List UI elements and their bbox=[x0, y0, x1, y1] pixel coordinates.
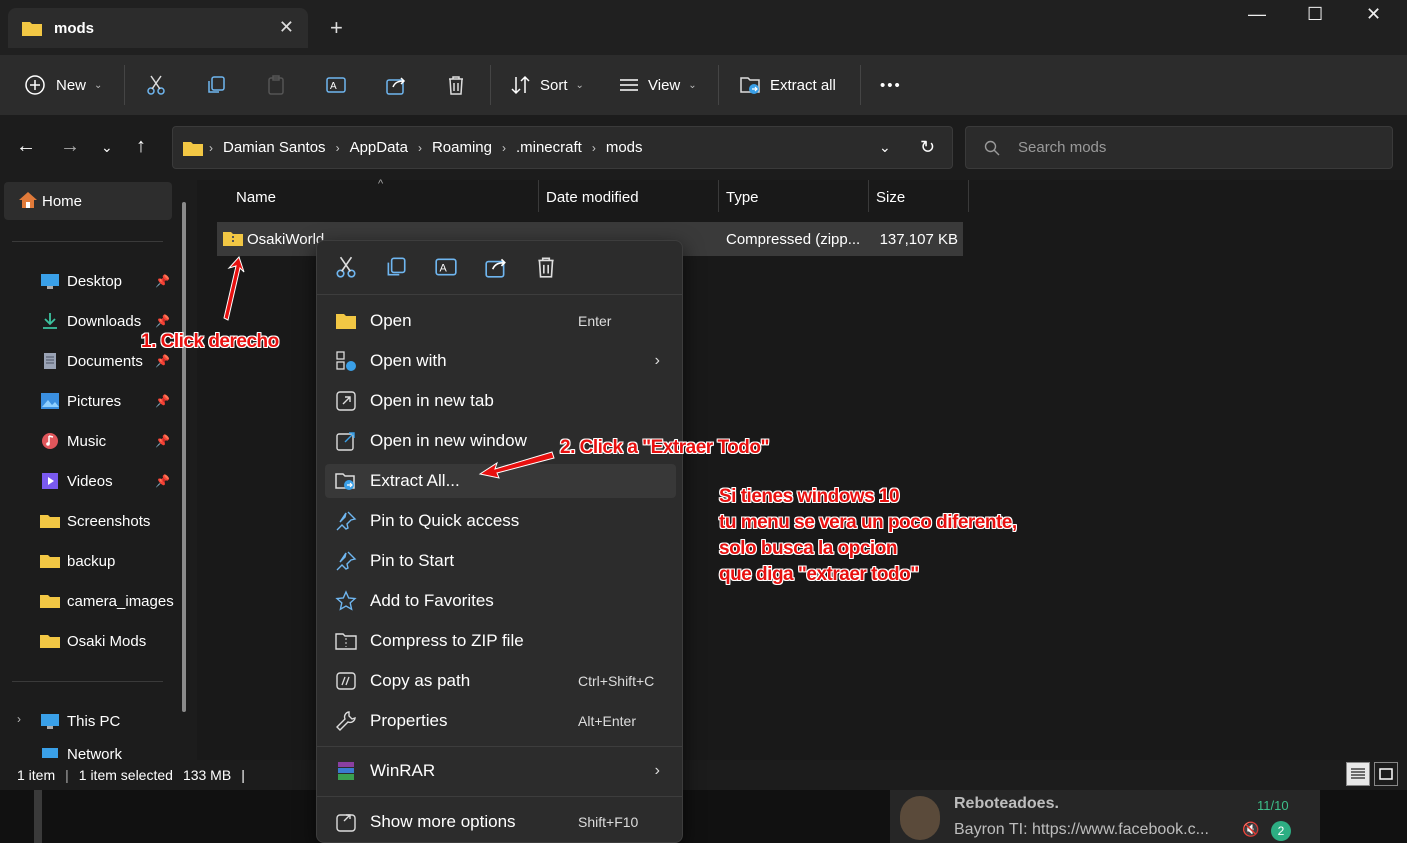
annotation-arrows bbox=[223, 256, 555, 479]
annotation-step1: 1. Click derecho bbox=[141, 331, 279, 352]
annotation-note-line: Si tienes windows 10 bbox=[719, 486, 900, 507]
arrow-to-file bbox=[223, 256, 245, 321]
annotation-step2: 2. Click a "Extraer Todo" bbox=[560, 437, 769, 458]
annotation-note-line: que diga "extraer todo" bbox=[719, 564, 919, 585]
arrow-to-extract-all bbox=[478, 451, 555, 479]
annotation-note: Si tienes windows 10 tu menu se vera un … bbox=[719, 484, 1017, 588]
annotation-note-line: tu menu se vera un poco diferente, bbox=[719, 512, 1017, 533]
annotation-note-line: solo busca la opcion bbox=[719, 538, 897, 559]
